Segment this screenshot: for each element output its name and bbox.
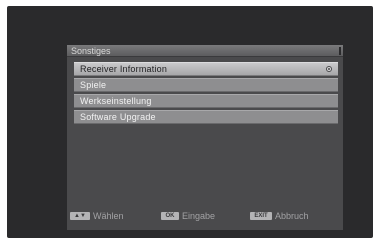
exit-key-icon: EXIT <box>250 212 272 220</box>
hint-enter-label: Eingabe <box>182 211 216 221</box>
up-down-key-icon: ▲▼ <box>70 212 90 220</box>
ok-indicator-icon <box>326 66 332 72</box>
menu-item-spiele[interactable]: Spiele <box>74 78 338 92</box>
menu-window: Sonstiges Receiver Information Spiele We… <box>67 45 343 230</box>
hint-enter[interactable]: OK Eingabe <box>161 210 215 222</box>
tv-screen: Sonstiges Receiver Information Spiele We… <box>7 6 373 238</box>
menu-item-werkseinstellung[interactable]: Werkseinstellung <box>74 94 338 108</box>
title-bar-accent <box>339 47 341 55</box>
menu-item-label: Spiele <box>80 80 107 90</box>
menu-item-label: Werkseinstellung <box>80 96 152 106</box>
menu-title-bar: Sonstiges <box>67 45 343 57</box>
hint-cancel-label: Abbruch <box>275 211 309 221</box>
ok-key-icon: OK <box>161 212 179 220</box>
menu-item-label: Software Upgrade <box>80 112 156 122</box>
menu-item-receiver-information[interactable]: Receiver Information <box>74 62 338 76</box>
menu-item-software-upgrade[interactable]: Software Upgrade <box>74 110 338 124</box>
hint-select[interactable]: ▲▼ Wählen <box>70 210 124 222</box>
menu-item-label: Receiver Information <box>80 64 168 74</box>
menu-list: Receiver Information Spiele Werkseinstel… <box>74 62 338 126</box>
hint-select-label: Wählen <box>93 211 124 221</box>
menu-title: Sonstiges <box>71 46 111 56</box>
hint-cancel[interactable]: EXIT Abbruch <box>250 210 309 222</box>
key-hint-bar: ▲▼ Wählen OK Eingabe EXIT Abbruch <box>67 210 343 222</box>
